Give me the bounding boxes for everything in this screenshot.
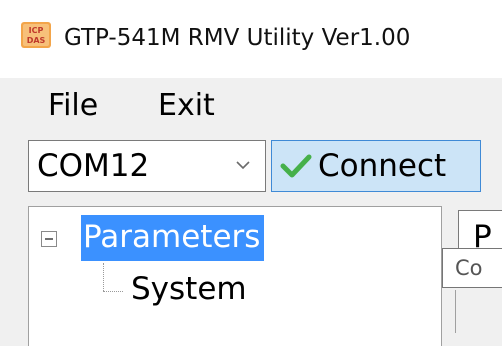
- com-port-select[interactable]: COM12: [28, 140, 266, 192]
- title-bar: ICP DAS GTP-541M RMV Utility Ver1.00: [0, 0, 502, 78]
- tooltip: Co: [442, 248, 502, 288]
- menu-file[interactable]: File: [48, 88, 98, 124]
- app-icon-text-top: ICP: [29, 26, 44, 35]
- panel-divider: [455, 290, 456, 333]
- chevron-down-icon[interactable]: [233, 155, 253, 175]
- connect-label: Connect: [318, 148, 447, 184]
- tree-connector-horizontal: [103, 291, 123, 292]
- menu-bar: File Exit: [0, 78, 502, 134]
- tree-node-parameters[interactable]: Parameters: [81, 215, 265, 263]
- collapse-minus-icon[interactable]: [41, 231, 57, 247]
- app-icon-text-bottom: DAS: [27, 36, 46, 45]
- tooltip-text: Co: [455, 256, 483, 280]
- parameter-tree[interactable]: Parameters System: [28, 206, 442, 346]
- connect-button[interactable]: Connect: [271, 140, 481, 192]
- app-icon: ICP DAS: [21, 22, 51, 48]
- tree-node-system[interactable]: System: [131, 269, 247, 309]
- toolbar: COM12 Connect: [0, 134, 502, 200]
- com-port-value: COM12: [37, 148, 150, 184]
- window-title: GTP-541M RMV Utility Ver1.00: [64, 25, 411, 51]
- menu-exit[interactable]: Exit: [158, 88, 215, 124]
- check-icon: [280, 154, 312, 178]
- tree-connector-vertical: [103, 263, 104, 291]
- tree-node-parameters-label: Parameters: [81, 215, 265, 261]
